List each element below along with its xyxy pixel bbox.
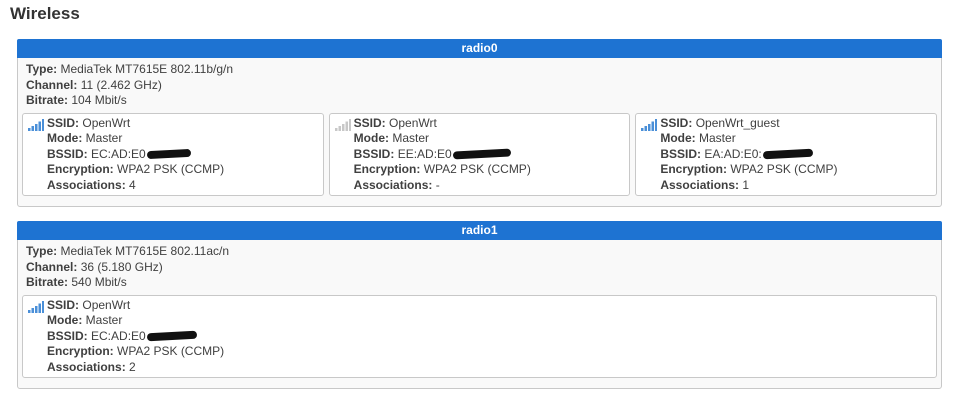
- redaction-mark: [452, 148, 511, 160]
- encryption-value: WPA2 PSK (CCMP): [117, 162, 225, 176]
- radio-info: Type: MediaTek MT7615E 802.11ac/n Channe…: [18, 240, 941, 291]
- mode-value: Master: [699, 131, 736, 145]
- type-label: Type:: [26, 62, 58, 76]
- signal-none-icon: [334, 118, 351, 131]
- network-card[interactable]: SSID: OpenWrt Mode: Master BSSID: EC:AD:…: [22, 294, 937, 378]
- associations-value: 4: [129, 177, 136, 192]
- redaction-mark: [762, 149, 813, 160]
- channel-label: Channel:: [26, 77, 78, 92]
- ssid-label: SSID:: [47, 297, 80, 312]
- associations-value: 1: [742, 177, 750, 192]
- associations-label: Associations:: [353, 177, 433, 192]
- bitrate-value: 540 Mbit/s: [71, 275, 127, 289]
- channel-value: 36 (5.180 GHz): [80, 259, 163, 274]
- mode-label: Mode:: [47, 313, 83, 327]
- type-value: MediaTek MT7615E 802.11ac/n: [60, 244, 230, 258]
- bitrate-value: 104 Mbit/s: [71, 93, 127, 107]
- associations-label: Associations:: [47, 177, 126, 192]
- encryption-value: WPA2 PSK (CCMP): [423, 162, 531, 176]
- encryption-label: Encryption:: [47, 344, 114, 358]
- ssid-value: OpenWrt: [389, 115, 437, 130]
- associations-label: Associations:: [47, 359, 126, 374]
- encryption-label: Encryption:: [660, 162, 728, 176]
- redaction-mark: [146, 331, 197, 342]
- bssid-label: BSSID:: [47, 146, 88, 161]
- channel-label: Channel:: [26, 259, 78, 274]
- ssid-label: SSID:: [660, 115, 693, 130]
- signal-strong-icon: [28, 118, 44, 131]
- network-card[interactable]: SSID: OpenWrt_guest Mode: Master BSSID: …: [635, 112, 938, 196]
- encryption-label: Encryption:: [353, 162, 421, 176]
- bssid-value: EC:AD:E0: [91, 328, 146, 343]
- mode-label: Mode:: [660, 131, 696, 145]
- ssid-value: OpenWrt: [82, 115, 131, 130]
- ssid-label: SSID:: [47, 115, 80, 130]
- ssid-value: OpenWrt: [82, 297, 131, 312]
- type-value: MediaTek MT7615E 802.11b/g/n: [60, 62, 234, 76]
- bitrate-label: Bitrate:: [26, 275, 69, 289]
- network-list: SSID: OpenWrt Mode: Master BSSID: EC:AD:…: [18, 109, 941, 200]
- encryption-value: WPA2 PSK (CCMP): [730, 162, 838, 176]
- redaction-mark: [146, 149, 191, 160]
- associations-value: -: [435, 177, 440, 192]
- network-list: SSID: OpenWrt Mode: Master BSSID: EC:AD:…: [18, 291, 941, 382]
- radio-panel-radio0: radio0 Type: MediaTek MT7615E 802.11b/g/…: [17, 39, 942, 207]
- mode-value: Master: [85, 131, 123, 145]
- mode-label: Mode:: [47, 131, 83, 145]
- bssid-label: BSSID:: [353, 146, 395, 161]
- radio-panel-radio1: radio1 Type: MediaTek MT7615E 802.11ac/n…: [17, 221, 942, 389]
- bssid-label: BSSID:: [47, 328, 88, 343]
- radio-header: radio1: [17, 221, 942, 240]
- ssid-label: SSID:: [353, 115, 386, 130]
- bssid-value: EA:AD:E0:: [704, 146, 762, 161]
- channel-value: 11 (2.462 GHz): [80, 77, 162, 92]
- encryption-value: WPA2 PSK (CCMP): [117, 344, 225, 358]
- network-card[interactable]: SSID: OpenWrt Mode: Master BSSID: EE:AD:…: [328, 112, 631, 196]
- ssid-value: OpenWrt_guest: [695, 115, 780, 130]
- page-title: Wireless: [10, 4, 80, 23]
- type-label: Type:: [26, 244, 58, 258]
- radio-info: Type: MediaTek MT7615E 802.11b/g/n Chann…: [18, 58, 941, 109]
- signal-strong-icon: [28, 300, 44, 313]
- bssid-value: EE:AD:E0: [397, 146, 452, 161]
- network-card[interactable]: SSID: OpenWrt Mode: Master BSSID: EC:AD:…: [22, 112, 324, 196]
- mode-value: Master: [85, 313, 123, 327]
- associations-label: Associations:: [660, 177, 740, 192]
- signal-strong-icon: [641, 118, 658, 131]
- bitrate-label: Bitrate:: [26, 93, 69, 107]
- encryption-label: Encryption:: [47, 162, 114, 176]
- bssid-value: EC:AD:E0: [91, 146, 146, 161]
- radio-header: radio0: [17, 39, 942, 58]
- associations-value: 2: [129, 359, 136, 374]
- bssid-label: BSSID:: [660, 146, 702, 161]
- mode-value: Master: [392, 131, 430, 145]
- mode-label: Mode:: [353, 131, 389, 145]
